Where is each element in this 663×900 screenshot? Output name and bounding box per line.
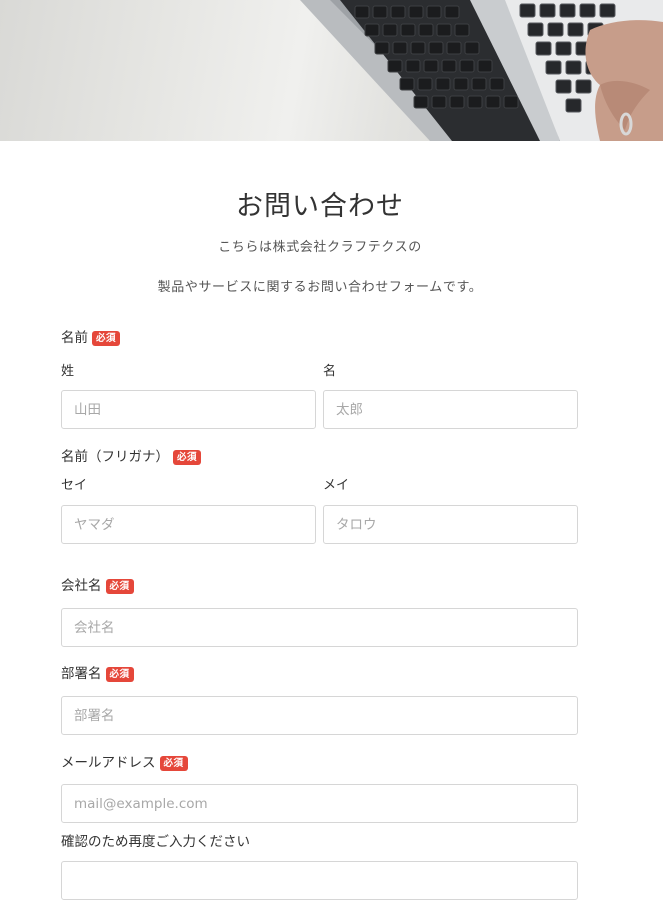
department-label-group: 部署名 必須 [61,666,134,682]
first-name-label: 名 [323,364,337,379]
page-title: お問い合わせ [236,191,404,222]
email-confirm-input[interactable] [61,861,578,900]
last-name-input[interactable] [61,390,316,429]
required-badge: 必須 [159,756,188,771]
required-badge: 必須 [173,450,202,465]
first-name-kana-label: メイ [323,478,350,493]
company-label-group: 会社名 必須 [61,578,134,594]
name-kana-label-group: 名前（フリガナ） 必須 [61,449,202,465]
department-input[interactable] [61,696,578,735]
department-label: 部署名 [61,666,102,682]
last-name-kana-label: セイ [61,478,88,493]
intro-text-line-1: こちらは株式会社クラフテクスの [218,240,422,255]
hero-image [0,0,663,141]
name-kana-label: 名前（フリガナ） [61,449,169,465]
required-badge: 必須 [105,667,134,682]
email-confirm-label: 確認のため再度ご入力ください [61,834,250,850]
last-name-label: 姓 [61,364,75,379]
laptop-keyboard-illustration [300,0,663,141]
company-input[interactable] [61,608,578,647]
company-label: 会社名 [61,578,102,594]
email-input[interactable] [61,784,578,823]
required-badge: 必須 [105,579,134,594]
name-label-group: 名前 必須 [61,330,121,346]
email-label-group: メールアドレス 必須 [61,755,188,771]
first-name-kana-input[interactable] [323,505,578,544]
required-badge: 必須 [92,331,121,346]
name-label: 名前 [61,330,88,346]
intro-text-line-2: 製品やサービスに関するお問い合わせフォームです。 [157,280,483,295]
email-label: メールアドレス [61,755,156,771]
first-name-input[interactable] [323,390,578,429]
last-name-kana-input[interactable] [61,505,316,544]
